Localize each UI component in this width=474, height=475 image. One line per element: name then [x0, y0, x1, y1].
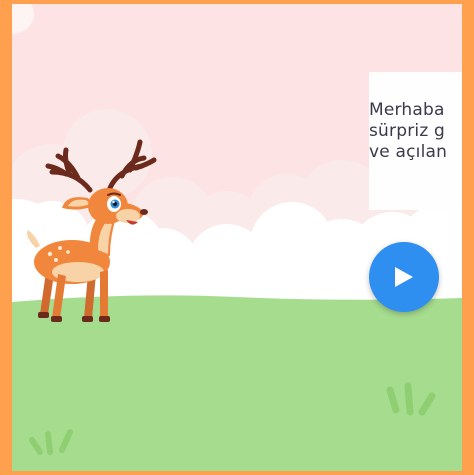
speech-line-1: Merhaba — [369, 100, 445, 120]
grass-tuft-left — [29, 429, 73, 455]
play-icon — [395, 267, 413, 287]
speech-line-3: ve açılan — [369, 142, 448, 162]
play-button[interactable] — [369, 242, 439, 312]
grass-tuft-right — [386, 382, 436, 416]
speech-line-2: sürpriz g — [369, 121, 446, 141]
deer-illustration — [27, 139, 157, 322]
story-scene: Merhaba sürpriz g ve açılan — [12, 4, 462, 471]
speech-text-panel: Merhaba sürpriz g ve açılan — [369, 72, 462, 210]
screen-frame: Merhaba sürpriz g ve açılan — [0, 0, 474, 475]
